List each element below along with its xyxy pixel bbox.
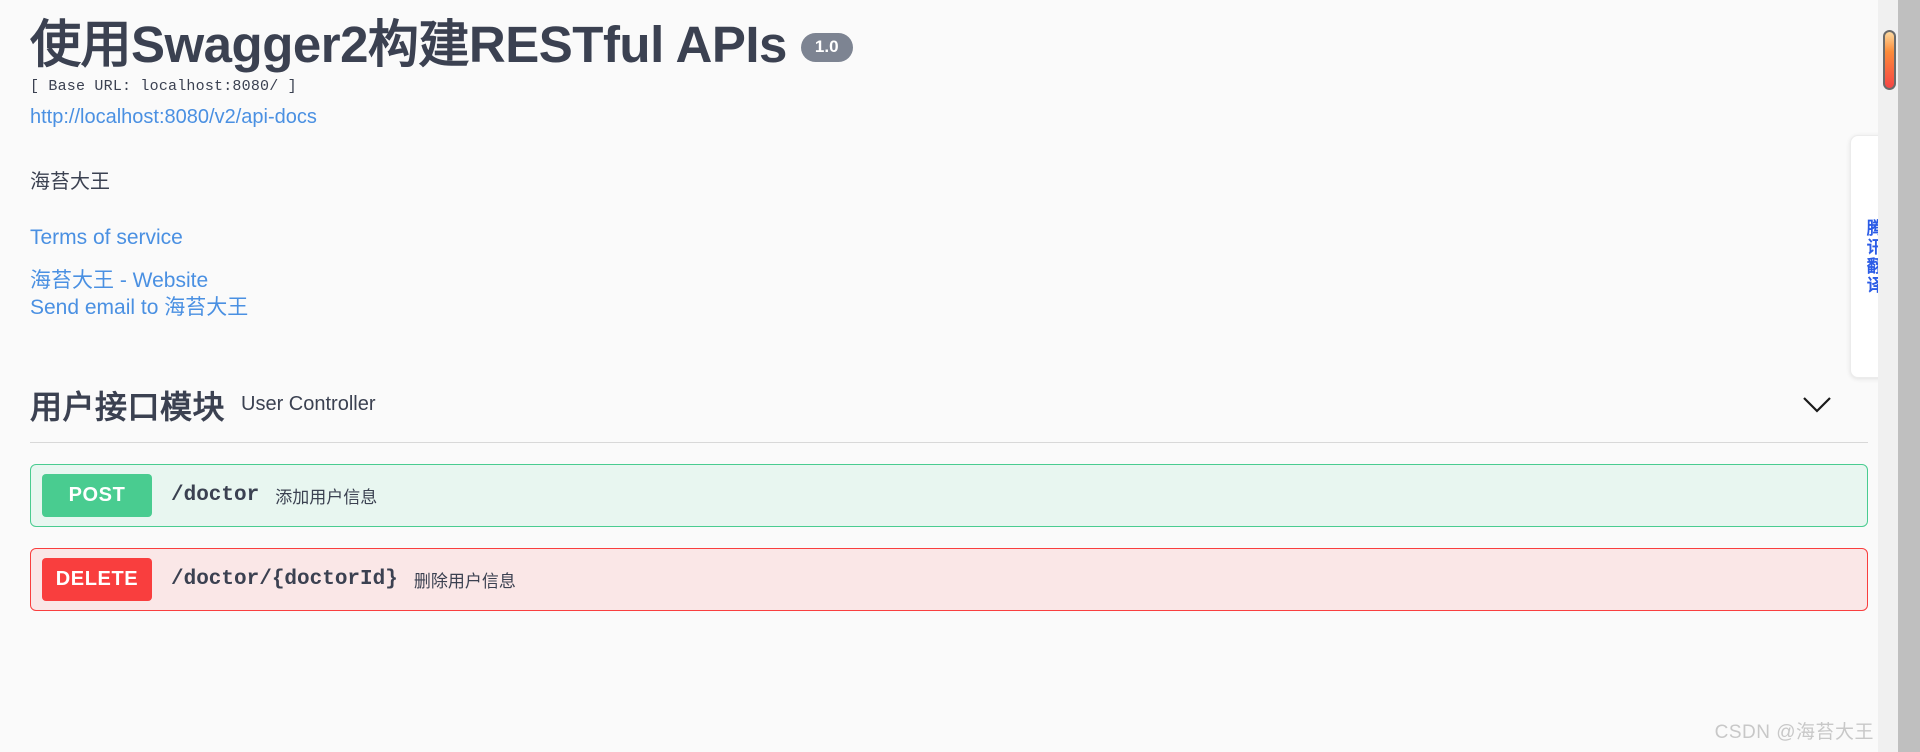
chevron-down-icon[interactable] <box>1800 388 1834 422</box>
api-docs-link[interactable]: http://localhost:8080/v2/api-docs <box>30 106 317 129</box>
tag-name: 用户接口模块 <box>30 388 226 425</box>
contact-website-link[interactable]: 海苔大王 - Website <box>30 267 1868 295</box>
page-title: 使用Swagger2构建RESTful APIs <box>30 16 787 73</box>
tag-subtitle: User Controller <box>241 393 376 416</box>
main-content: 使用Swagger2构建RESTful APIs 1.0 [ Base URL:… <box>0 0 1898 752</box>
tag-section: 用户接口模块 User Controller <box>0 378 1898 443</box>
watermark: CSDN @海苔大王 <box>1714 722 1874 743</box>
scrollbar-thumb[interactable] <box>1883 30 1896 90</box>
base-url-label: [ Base URL: localhost:8080/ ] <box>30 77 297 95</box>
operation-path: /doctor <box>171 483 260 507</box>
operations-list: POST /doctor 添加用户信息 DELETE /doctor/{doct… <box>0 463 1898 611</box>
tag-header-user-controller[interactable]: 用户接口模块 User Controller <box>30 378 1868 443</box>
http-method-badge: DELETE <box>42 557 152 601</box>
operation-row-post-doctor[interactable]: POST /doctor 添加用户信息 <box>30 463 1868 527</box>
terms-of-service-link[interactable]: Terms of service <box>30 226 1868 250</box>
version-badge: 1.0 <box>800 32 853 62</box>
api-info-block: 使用Swagger2构建RESTful APIs 1.0 [ Base URL:… <box>0 0 1898 322</box>
contact-email-link[interactable]: Send email to 海苔大王 <box>30 294 1868 322</box>
operation-row-delete-doctor[interactable]: DELETE /doctor/{doctorId} 删除用户信息 <box>30 547 1868 611</box>
swagger-ui-page: 使用Swagger2构建RESTful APIs 1.0 [ Base URL:… <box>0 0 1920 752</box>
scrollbar-track[interactable] <box>1878 0 1898 752</box>
title-row: 使用Swagger2构建RESTful APIs 1.0 <box>30 18 1868 72</box>
window-right-gutter <box>1898 0 1920 752</box>
contact-links: 海苔大王 - Website Send email to 海苔大王 <box>30 267 1868 322</box>
http-method-badge: POST <box>42 473 152 517</box>
api-description: 海苔大王 <box>30 170 110 193</box>
operation-summary: 添加用户信息 <box>275 487 378 507</box>
operation-summary: 删除用户信息 <box>413 571 516 591</box>
operation-path: /doctor/{doctorId} <box>171 567 398 591</box>
